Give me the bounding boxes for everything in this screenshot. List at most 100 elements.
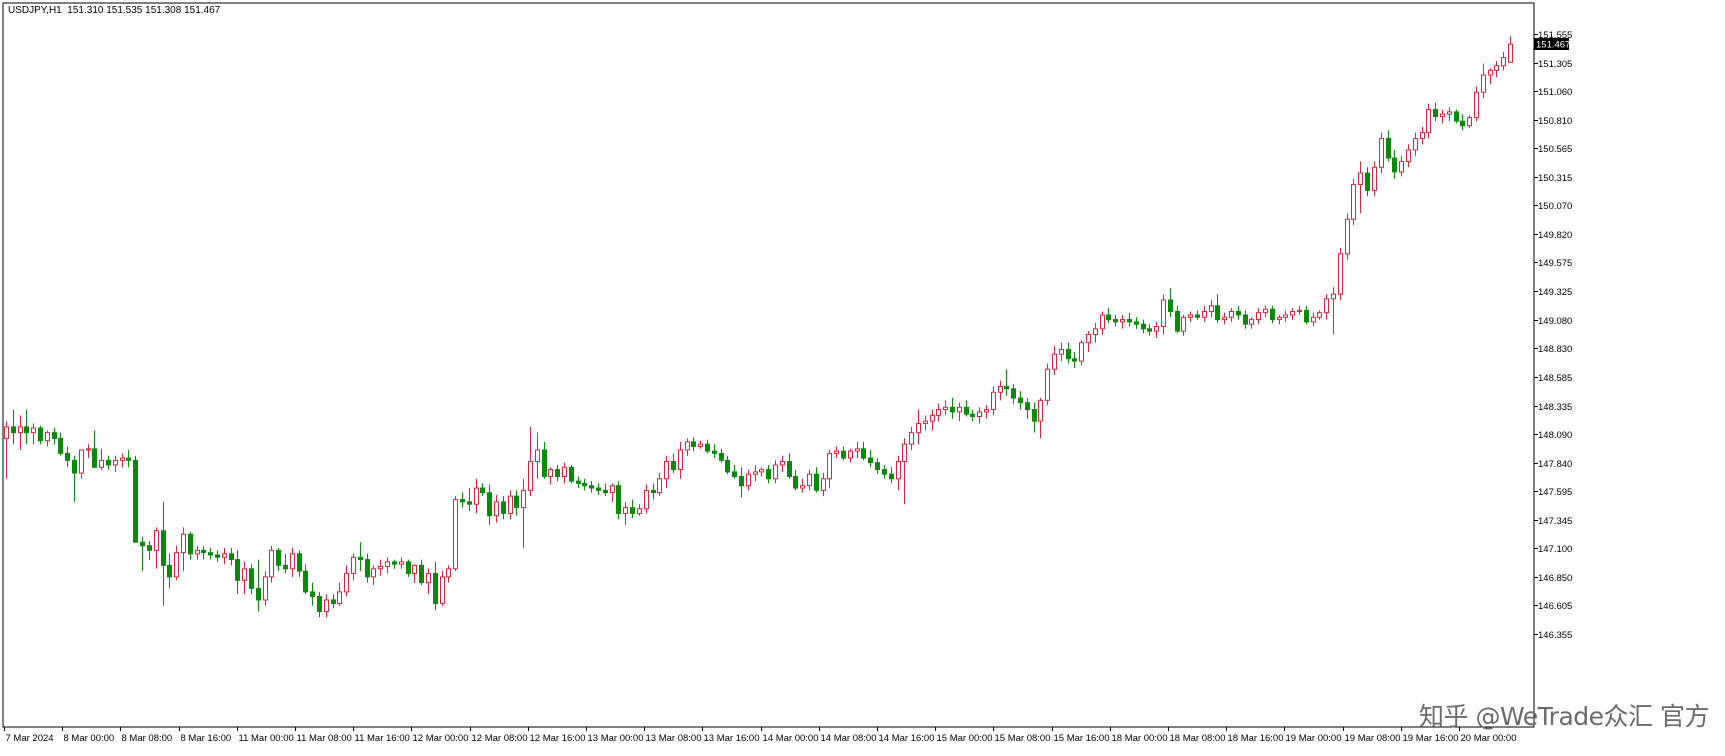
candle — [474, 478, 479, 514]
candle-body — [528, 461, 533, 491]
time-tick-label: 7 Mar 2024 — [6, 733, 54, 744]
candle — [977, 407, 982, 424]
time-tick-label: 11 Mar 00:00 — [239, 733, 294, 744]
candle-body — [902, 443, 907, 463]
candle-body — [1433, 109, 1438, 117]
candle — [467, 488, 472, 512]
candle-body — [276, 549, 281, 566]
candle-body — [99, 459, 104, 468]
candle-body — [1460, 120, 1465, 127]
time-tick-label: 14 Mar 08:00 — [821, 733, 877, 744]
candle — [868, 449, 873, 468]
candle-body — [419, 564, 424, 584]
candle — [195, 545, 200, 560]
candle — [1127, 312, 1132, 327]
candle — [998, 380, 1003, 401]
candle-body — [923, 420, 928, 424]
candle — [24, 409, 29, 445]
candle-body — [930, 414, 935, 422]
chart-canvas[interactable]: 151.555151.305151.060150.810150.565150.3… — [0, 0, 1725, 756]
candle-body — [725, 459, 730, 473]
time-tick-label: 12 Mar 00:00 — [413, 733, 469, 744]
candle-body — [446, 568, 451, 578]
candle-body — [569, 466, 574, 482]
time-tick-label: 20 Mar 00:00 — [1461, 733, 1517, 744]
time-tick-label: 11 Mar 16:00 — [355, 733, 410, 744]
candle — [283, 553, 288, 574]
candle — [548, 467, 553, 485]
candle — [848, 448, 853, 463]
candle — [1106, 308, 1111, 324]
candle — [147, 541, 152, 560]
candle — [1072, 351, 1077, 369]
candle-body — [896, 461, 901, 480]
candle-body — [875, 462, 880, 471]
candle-body — [1052, 353, 1057, 370]
time-tick-label: 18 Mar 08:00 — [1170, 733, 1226, 744]
candle — [562, 462, 567, 484]
price-tick-label: 147.100 — [1538, 544, 1572, 555]
candle-body — [644, 489, 649, 510]
candle — [412, 564, 417, 583]
candle-body — [1283, 314, 1288, 318]
candle — [208, 548, 213, 560]
ohlc-values: 151.310 151.535 151.308 151.467 — [67, 5, 221, 16]
candle — [671, 453, 676, 474]
candle-body — [1494, 65, 1499, 71]
candle — [126, 449, 131, 468]
candle — [514, 490, 519, 516]
candle — [1331, 287, 1336, 335]
candle-body — [630, 507, 635, 514]
candle — [344, 565, 349, 597]
candle — [113, 455, 118, 472]
candle — [1018, 391, 1023, 410]
candle — [385, 557, 390, 574]
candle-body — [1154, 326, 1159, 332]
candle-body — [508, 495, 513, 514]
candle-body — [215, 554, 220, 558]
candle — [79, 449, 84, 479]
candle-body — [1508, 43, 1513, 63]
candle — [984, 404, 989, 419]
candle-body — [651, 489, 656, 494]
candle-body — [310, 591, 315, 598]
candle-body — [610, 485, 615, 494]
candle-body — [1120, 319, 1125, 323]
candle-body — [787, 461, 792, 477]
candle-body — [664, 461, 669, 480]
candle — [902, 438, 907, 505]
candle — [664, 455, 669, 489]
candle — [657, 473, 662, 497]
price-tick-label: 150.810 — [1538, 116, 1572, 127]
candle-body — [195, 549, 200, 555]
candle-body — [120, 457, 125, 461]
candle — [331, 594, 336, 609]
candle — [392, 559, 397, 569]
candle-body — [936, 409, 941, 416]
candle — [58, 432, 63, 456]
candle — [882, 464, 887, 479]
candle-body — [147, 545, 152, 551]
candle — [494, 494, 499, 523]
candle-body — [916, 422, 921, 434]
candle-body — [991, 391, 996, 411]
candle-body — [392, 561, 397, 565]
price-tick-label: 149.325 — [1538, 287, 1572, 298]
candle-body — [494, 501, 499, 517]
candle — [528, 426, 533, 497]
time-tick-label: 12 Mar 16:00 — [530, 733, 586, 744]
candle-body — [208, 552, 213, 556]
candle — [1004, 369, 1009, 396]
candle — [930, 409, 935, 431]
candle-body — [821, 478, 826, 491]
candle — [1052, 346, 1057, 375]
candle — [616, 481, 621, 520]
time-tick-label: 19 Mar 16:00 — [1403, 733, 1459, 744]
candle-body — [868, 457, 873, 464]
time-tick-label: 18 Mar 00:00 — [1112, 733, 1168, 744]
candle — [875, 458, 880, 475]
candle-body — [623, 507, 628, 514]
candle — [337, 582, 342, 606]
candle-body — [229, 553, 234, 561]
price-axis: 151.555151.305151.060150.810150.565150.3… — [1534, 30, 1572, 641]
